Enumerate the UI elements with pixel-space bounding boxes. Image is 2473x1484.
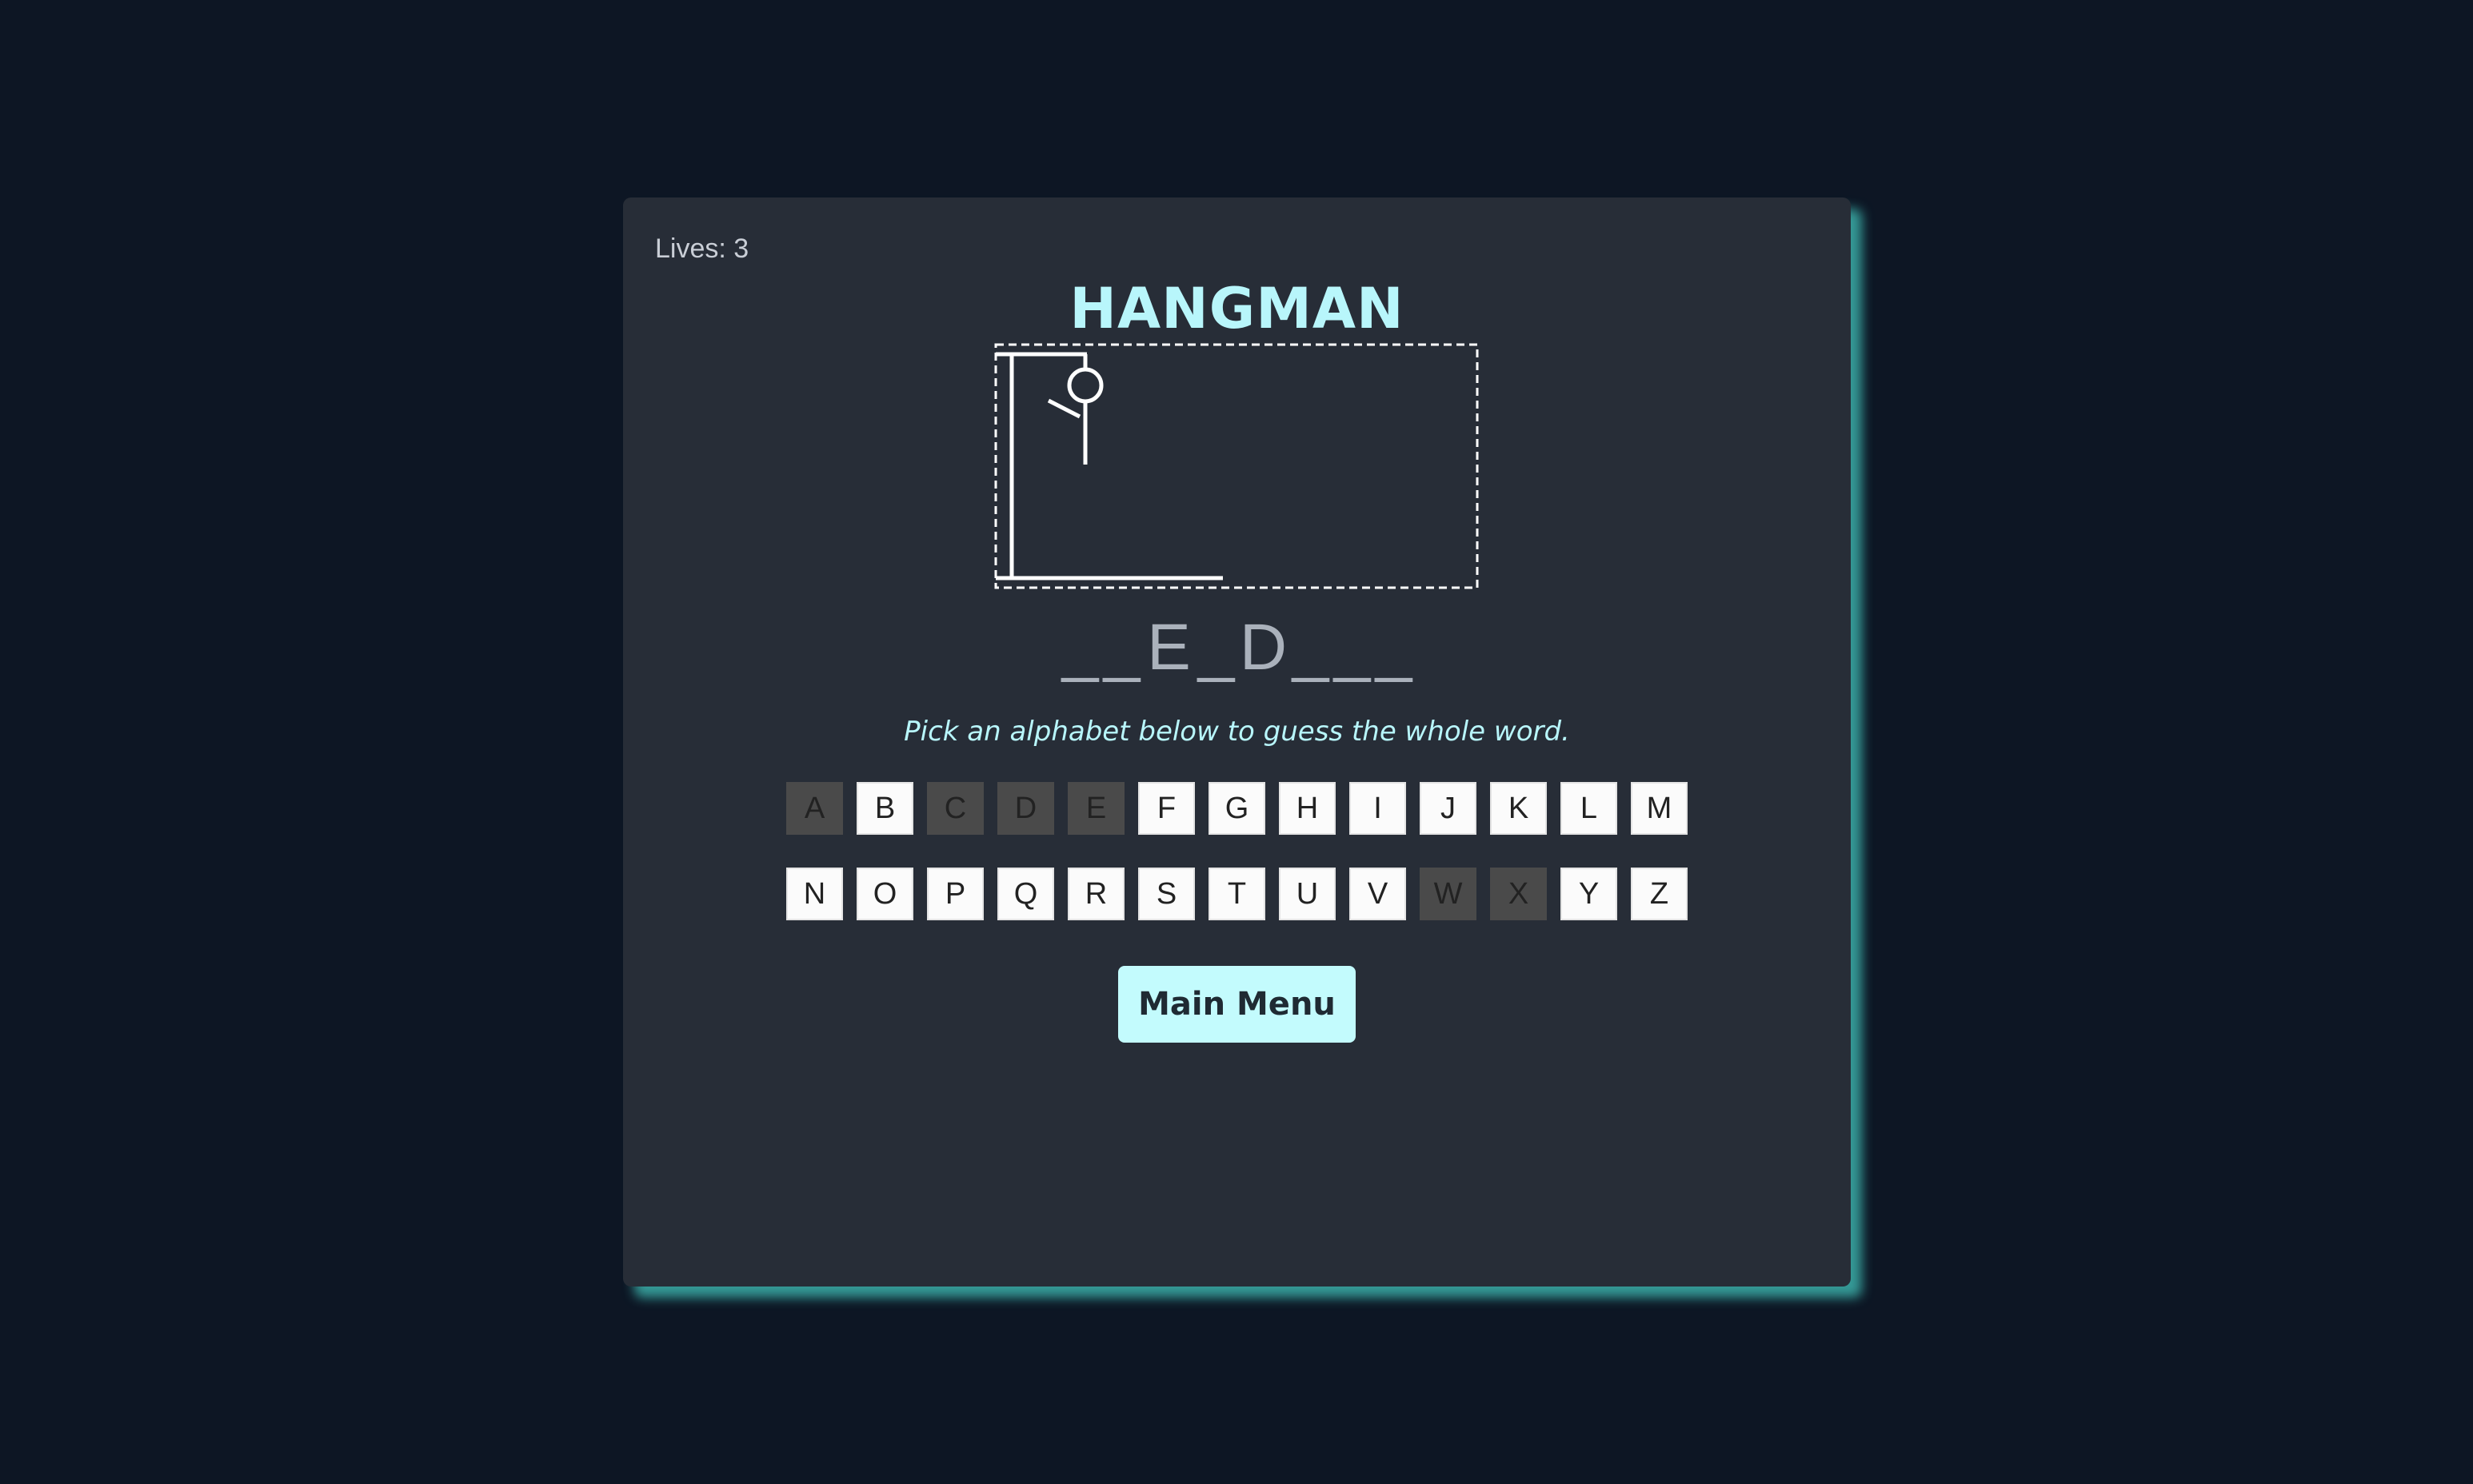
letter-key-v[interactable]: V [1349,868,1406,920]
word-blank: _ [1375,611,1412,684]
word-blank: _ [1103,611,1141,684]
main-menu-button[interactable]: Main Menu [1118,966,1356,1043]
hangman-drawing [994,343,1479,589]
letter-key-c: C [927,782,984,835]
letter-key-i[interactable]: I [1349,782,1406,835]
letter-key-x: X [1490,868,1547,920]
letter-key-y[interactable]: Y [1560,868,1617,920]
letter-key-r[interactable]: R [1068,868,1125,920]
hangman-left-arm [1047,398,1081,419]
word-letter: E [1147,611,1191,684]
letter-key-m[interactable]: M [1631,782,1688,835]
keyboard-row-2: NOPQRSTUVWXYZ [623,868,1851,920]
word-blank: _ [1333,611,1371,684]
letter-key-j[interactable]: J [1420,782,1476,835]
game-title: HANGMAN [1069,276,1404,341]
letter-key-d: D [997,782,1054,835]
word-blank: _ [1197,611,1235,684]
letter-key-o[interactable]: O [857,868,913,920]
letter-key-s[interactable]: S [1138,868,1195,920]
letter-key-g[interactable]: G [1209,782,1265,835]
lives-counter: Lives: 3 [655,233,749,264]
letter-key-u[interactable]: U [1279,868,1336,920]
word-display: _ _ E _ D _ _ _ [623,604,1851,692]
instructions-text: Pick an alphabet below to guess the whol… [904,716,1570,748]
game-card: Lives: 3 HANGMAN _ _ E _ D _ _ _ Pick an alphab… [623,197,1851,1287]
letter-key-t[interactable]: T [1209,868,1265,920]
letter-key-h[interactable]: H [1279,782,1336,835]
word-letter: D [1239,611,1288,684]
letter-key-z[interactable]: Z [1631,868,1688,920]
word-blank: _ [1292,611,1329,684]
word-blank: _ [1061,611,1099,684]
letter-key-b[interactable]: B [857,782,913,835]
letter-key-n[interactable]: N [786,868,843,920]
letter-key-k[interactable]: K [1490,782,1547,835]
letter-key-w: W [1420,868,1476,920]
keyboard-row-1: ABCDEFGHIJKLM [623,782,1851,835]
letter-key-e: E [1068,782,1125,835]
letter-key-q[interactable]: Q [997,868,1054,920]
letter-key-a: A [786,782,843,835]
hangman-head [1067,367,1104,404]
letter-key-f[interactable]: F [1138,782,1195,835]
letter-key-p[interactable]: P [927,868,984,920]
letter-key-l[interactable]: L [1560,782,1617,835]
